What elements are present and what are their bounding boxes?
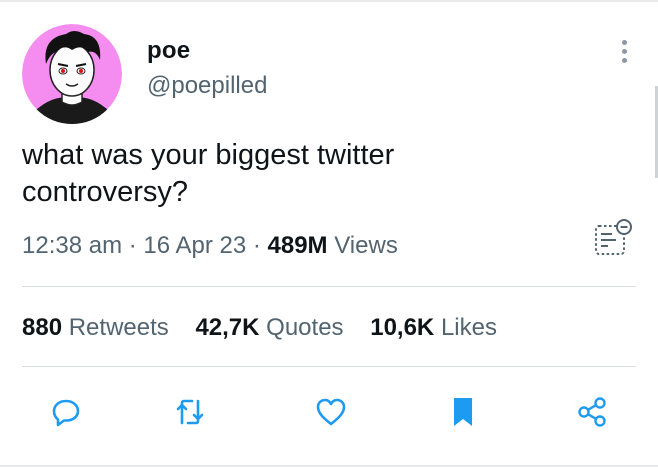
share-icon (578, 397, 606, 427)
display-name[interactable]: poe (147, 37, 190, 65)
avatar[interactable] (22, 24, 122, 124)
quotes-stat[interactable]: 42,7K Quotes (195, 314, 343, 341)
retweet-button[interactable] (168, 390, 212, 434)
retweet-icon (176, 399, 204, 425)
tweet-text-line-1: what was your biggest twitter (22, 139, 395, 171)
reply-button[interactable] (44, 390, 88, 434)
likes-stat[interactable]: 10,6K Likes (370, 314, 497, 341)
retweets-label: Retweets (68, 314, 169, 341)
tweet-text: what was your biggest twitter controvers… (22, 137, 582, 211)
likes-count: 10,6K (370, 314, 435, 341)
tweet-text-line-2: controversy? (22, 176, 189, 208)
views-count: 489M (267, 232, 328, 259)
avatar-image (22, 24, 122, 124)
more-vertical-icon[interactable] (618, 40, 630, 68)
like-button[interactable] (309, 390, 353, 434)
top-border (0, 0, 658, 2)
reply-icon (52, 399, 80, 427)
retweets-stat[interactable]: 880 Retweets (22, 314, 169, 341)
action-bar (0, 390, 658, 434)
user-handle[interactable]: @poepilled (147, 72, 267, 100)
tweet-time[interactable]: 12:38 am (22, 232, 122, 259)
bookmark-button[interactable] (441, 390, 485, 434)
bookmark-icon (454, 398, 472, 426)
divider (22, 286, 636, 287)
heart-icon (316, 398, 346, 426)
divider (22, 366, 636, 367)
retweets-count: 880 (22, 314, 63, 341)
tweet-date[interactable]: 16 Apr 23 (143, 232, 246, 259)
likes-label: Likes (440, 314, 497, 341)
quotes-label: Quotes (266, 314, 344, 341)
separator: · (128, 232, 137, 259)
analytics-icon[interactable] (592, 216, 636, 260)
share-button[interactable] (570, 390, 614, 434)
views-label: Views (334, 232, 398, 259)
tweet-stats: 880 Retweets 42,7K Quotes 10,6K Likes (22, 314, 517, 342)
separator: · (252, 232, 261, 259)
quotes-count: 42,7K (195, 314, 260, 341)
tweet-meta: 12:38 am · 16 Apr 23 · 489M Views (22, 232, 398, 260)
